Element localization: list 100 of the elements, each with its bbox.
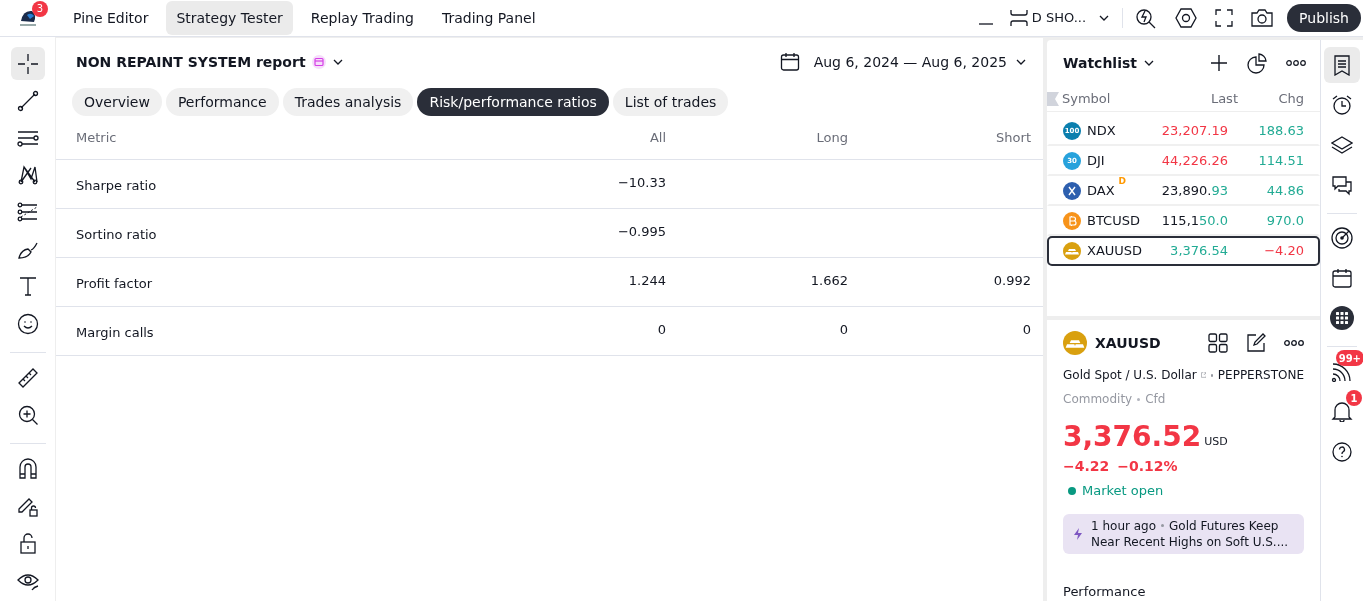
price-change: 188.63 (1257, 122, 1304, 141)
table-cell-text: Sharpe ratio (76, 176, 158, 195)
symbol-title: XAUUSD (1095, 333, 1161, 353)
report-tab[interactable]: Overview (72, 88, 162, 116)
maximize-icon[interactable] (1009, 9, 1028, 27)
column-header: Symbol (1062, 89, 1112, 108)
table-cell-text: 1.662 (810, 271, 848, 290)
table-cell-text: −10.33 (617, 173, 666, 192)
calendar-badge-icon (311, 55, 326, 69)
column-header: Last (1209, 89, 1238, 108)
magnet-icon (16, 457, 39, 480)
report-tab[interactable]: List of trades (612, 88, 729, 116)
table-cell-text: 0 (839, 320, 848, 339)
table-cell-text: 0 (1022, 320, 1031, 339)
watchlist-title[interactable]: Watchlist (1063, 52, 1137, 74)
bell-icon (1331, 400, 1353, 422)
add-icon[interactable] (1210, 54, 1228, 72)
report-tab[interactable]: Risk/performance ratios (417, 88, 609, 116)
panel-tab[interactable]: Pine Editor (63, 1, 159, 35)
table-cell-text: 0.992 (993, 271, 1031, 290)
price-change: −4.20 (1263, 242, 1304, 261)
flag-icon (1047, 91, 1059, 106)
watchlist-row[interactable]: DAX D 23,890.93 44.86 (1047, 176, 1320, 206)
pie-chart-icon[interactable] (1246, 52, 1268, 74)
table-cell-text: 0 (657, 320, 666, 339)
news-time: 1 hour ago (1091, 517, 1157, 534)
edit-icon[interactable] (1246, 333, 1266, 353)
symbol-name[interactable]: DAX (1087, 181, 1115, 201)
grid-icon[interactable] (1208, 333, 1228, 353)
panel-tab[interactable]: Replay Trading (300, 1, 424, 35)
fullscreen-icon[interactable] (1215, 9, 1234, 27)
more-icon[interactable] (1286, 60, 1306, 66)
currency-label: USD (1204, 433, 1228, 450)
settings-icon[interactable] (1175, 7, 1198, 29)
calendar-icon[interactable] (779, 52, 800, 72)
chat-icon (1331, 174, 1353, 196)
last-price: 23,890.93 (1160, 182, 1228, 201)
layers-icon (1331, 134, 1353, 156)
last-price: 23,207.19 (1160, 122, 1228, 141)
symbol-name[interactable]: XAUUSD (1087, 241, 1143, 261)
symbol-type: Commodity (1063, 391, 1133, 408)
table-cell-text: Margin calls (76, 323, 155, 342)
smiley-icon (16, 312, 39, 335)
ruler-icon (16, 366, 39, 389)
camera-icon[interactable] (1251, 8, 1274, 28)
notification-badge: 99+ (1335, 350, 1363, 366)
crosshair-icon (16, 52, 39, 75)
column-header: Long (816, 129, 848, 147)
publish-button[interactable]: Publish (1287, 4, 1361, 32)
report-tab[interactable]: Trades analysis (282, 88, 414, 116)
change-value: −4.22 (1063, 457, 1110, 476)
fib-levels-icon (16, 201, 39, 224)
date-range-button[interactable]: Aug 6, 2024 — Aug 6, 2025 (813, 51, 1007, 73)
symbol-name[interactable]: DJI (1087, 151, 1105, 171)
price-change: 44.86 (1265, 182, 1304, 201)
tool-button[interactable] (10, 47, 45, 81)
alarm-clock-icon (1331, 94, 1353, 116)
exchange-name: PEPPERSTONE (1217, 367, 1304, 384)
last-price: 115,150.0 (1160, 212, 1228, 231)
table-cell-text: Profit factor (76, 274, 154, 293)
news-headline: Near Recent Highs on Soft U.S.... (1091, 533, 1289, 550)
apps-icon (1330, 306, 1354, 330)
last-price: 44,226.26 (1160, 152, 1228, 171)
table-cell-text: 1.244 (628, 271, 666, 290)
sidebar-button[interactable]: 1 (1324, 393, 1360, 429)
symbol-description: Gold Spot / U.S. Dollar (1063, 367, 1197, 384)
more-icon[interactable] (1284, 340, 1304, 346)
column-header: Metric (76, 129, 118, 147)
target-icon (1331, 227, 1353, 249)
section-title: Performance (1063, 582, 1147, 601)
change-percent: −0.12% (1117, 457, 1178, 476)
symbol-name[interactable]: NDX (1087, 121, 1116, 141)
table-cell-text: −0.995 (617, 222, 666, 241)
symbol-subtype: Cfd (1145, 391, 1166, 408)
panel-tab[interactable]: Trading Panel (431, 1, 546, 35)
notification-badge: 3 (32, 0, 48, 17)
news-headline: Gold Futures Keep (1169, 517, 1279, 534)
layout-name[interactable]: D SHO... (1031, 8, 1087, 28)
watchlist-row[interactable]: BTCUSD 115,150.0 970.0 (1047, 206, 1320, 236)
feed-icon (1331, 360, 1353, 382)
notification-badge: 1 (1346, 390, 1362, 406)
panel-tab[interactable]: Strategy Tester (166, 1, 293, 35)
watchlist-row[interactable]: XAUUSD 3,376.54 −4.20 (1047, 236, 1320, 266)
price-change: 114.51 (1257, 152, 1304, 171)
price-change: 970.0 (1265, 212, 1304, 231)
symbol-name[interactable]: BTCUSD (1087, 211, 1140, 231)
column-header: Short (996, 129, 1031, 147)
sidebar-button[interactable] (1324, 47, 1360, 83)
trend-line-icon (16, 89, 39, 112)
column-header: Chg (1277, 89, 1304, 108)
lightning-icon (1073, 527, 1083, 540)
zoom-in-icon (16, 403, 39, 426)
price-value: 3,376.52 (1063, 422, 1202, 452)
report-tab[interactable]: Performance (165, 88, 279, 116)
column-header: All (649, 129, 666, 147)
table-cell-text: Sortino ratio (76, 225, 158, 244)
sidebar-button[interactable]: 99+ (1324, 353, 1360, 389)
lightning-search-icon[interactable] (1135, 7, 1158, 29)
news-card[interactable]: 1 hour ago Gold Futures Keep Near Recent Highs on Soft U.S.... (1063, 513, 1304, 554)
last-price: 3,376.54 (1169, 242, 1228, 261)
